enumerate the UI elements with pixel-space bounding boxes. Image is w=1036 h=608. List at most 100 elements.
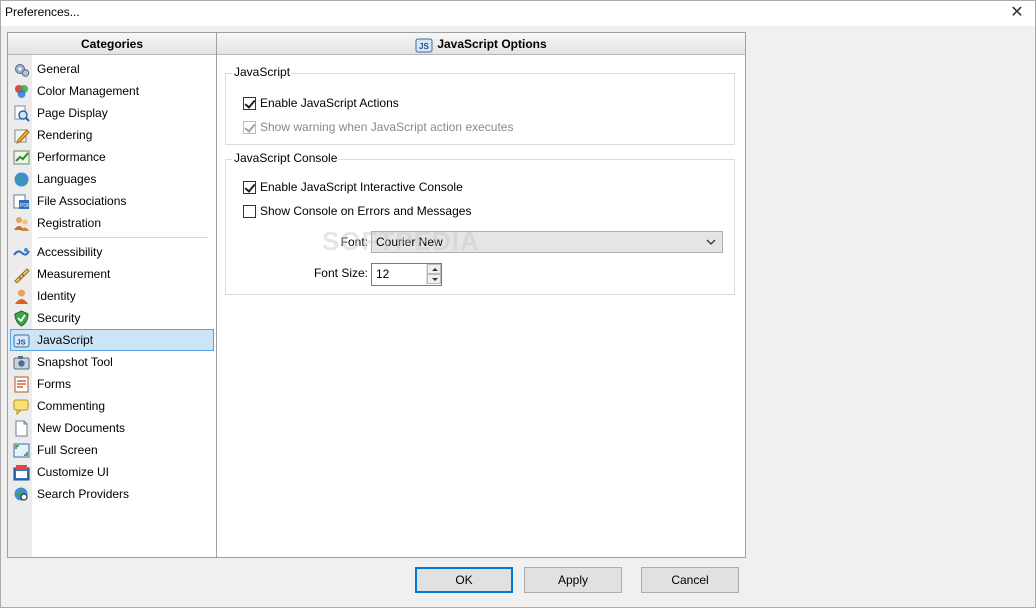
form-icon <box>14 376 29 393</box>
category-item-snapshot-tool[interactable]: Snapshot Tool <box>8 351 216 373</box>
users-icon <box>14 217 29 231</box>
shield-icon <box>14 310 29 327</box>
checkbox-box <box>243 181 256 194</box>
category-item-color-management[interactable]: Color Management <box>8 80 216 102</box>
globe-icon <box>14 172 29 187</box>
spin-up-icon[interactable] <box>427 264 441 274</box>
category-item-label: Search Providers <box>37 487 130 501</box>
camera-icon <box>13 356 30 370</box>
category-item-performance[interactable]: Performance <box>8 146 216 168</box>
category-item-label: Page Display <box>37 106 108 120</box>
person-icon <box>15 289 28 304</box>
chevron-down-icon <box>706 239 716 245</box>
cancel-button[interactable]: Cancel <box>641 567 739 593</box>
javascript-console-group: JavaScript Console Enable JavaScript Int… <box>225 151 735 295</box>
accessibility-icon <box>13 248 30 256</box>
category-item-label: Forms <box>37 377 71 391</box>
category-item-languages[interactable]: Languages <box>8 168 216 190</box>
spin-down-icon[interactable] <box>427 274 441 284</box>
checkbox-label: Enable JavaScript Interactive Console <box>260 180 463 194</box>
javascript-console-legend: JavaScript Console <box>232 151 340 165</box>
magnifier-page-icon <box>14 105 30 122</box>
font-size-spinner[interactable]: 12 <box>371 263 442 286</box>
font-select-value: Courier New <box>376 235 443 249</box>
category-item-label: Color Management <box>37 84 140 98</box>
category-item-label: New Documents <box>37 421 126 435</box>
font-size-label: Font Size: <box>313 266 368 280</box>
category-item-label: Security <box>37 311 81 325</box>
options-header: JS JavaScript Options <box>217 33 745 55</box>
search-globe-icon <box>14 487 28 501</box>
category-item-label: Accessibility <box>37 245 103 259</box>
gears-icon <box>15 64 30 77</box>
category-item-new-documents[interactable]: New Documents <box>8 417 216 439</box>
javascript-group: JavaScript Enable JavaScript Actions Sho… <box>225 65 735 145</box>
javascript-icon: JS <box>13 334 30 348</box>
window-title: Preferences... <box>5 5 80 19</box>
category-item-label: File Associations <box>37 194 127 208</box>
enable-interactive-console-checkbox[interactable]: Enable JavaScript Interactive Console <box>243 179 463 195</box>
checkbox-label: Enable JavaScript Actions <box>260 96 399 110</box>
categories-panel: Categories General Color Management Page D… <box>8 33 217 557</box>
category-item-rendering[interactable]: Rendering <box>8 124 216 146</box>
ruler-icon <box>14 268 30 283</box>
category-item-label: Customize UI <box>37 465 110 479</box>
color-circles-icon <box>15 85 28 98</box>
category-item-commenting[interactable]: Commenting <box>8 395 216 417</box>
category-item-label: Measurement <box>37 267 111 281</box>
title-bar: Preferences... ✕ <box>0 0 1036 26</box>
font-label: Font: <box>340 235 368 249</box>
category-item-general[interactable]: General <box>8 58 216 80</box>
category-item-accessibility[interactable]: Accessibility <box>8 241 216 263</box>
close-icon[interactable]: ✕ <box>1006 2 1028 24</box>
category-item-label: Performance <box>37 150 106 164</box>
ok-button[interactable]: OK <box>415 567 513 593</box>
show-console-on-errors-checkbox[interactable]: Show Console on Errors and Messages <box>243 203 471 219</box>
category-item-forms[interactable]: Forms <box>8 373 216 395</box>
checkbox-label: Show Console on Errors and Messages <box>260 204 472 218</box>
enable-javascript-actions-checkbox[interactable]: Enable JavaScript Actions <box>243 95 399 111</box>
category-item-security[interactable]: Security <box>8 307 216 329</box>
file-assoc-icon: PDF <box>13 194 30 209</box>
font-select[interactable]: Courier New <box>371 231 723 253</box>
options-title: JavaScript Options <box>437 37 547 51</box>
checkbox-box <box>243 97 256 110</box>
comment-icon <box>13 399 29 415</box>
category-item-label: Snapshot Tool <box>37 355 113 369</box>
apply-button[interactable]: Apply <box>524 567 622 593</box>
category-item-measurement[interactable]: Measurement <box>8 263 216 285</box>
category-item-label: Full Screen <box>37 443 98 457</box>
svg-text:JS: JS <box>17 338 26 347</box>
javascript-icon: JS <box>415 38 433 53</box>
chart-icon <box>13 150 30 165</box>
checkbox-label: Show warning when JavaScript action exec… <box>260 120 514 134</box>
new-document-icon <box>15 420 28 437</box>
category-item-label: Languages <box>37 172 97 186</box>
category-item-customize-ui[interactable]: Customize UI <box>8 461 216 483</box>
checkbox-box <box>243 205 256 218</box>
preferences-frame: Categories General Color Management Page D… <box>7 32 746 558</box>
category-item-label: Registration <box>37 216 102 230</box>
category-item-identity[interactable]: Identity <box>8 285 216 307</box>
customize-icon <box>13 465 30 481</box>
options-panel: JS JavaScript Options JavaScript Enable … <box>217 33 745 557</box>
svg-text:JS: JS <box>419 42 429 51</box>
spinner-buttons <box>426 264 441 285</box>
category-item-javascript[interactable]: JS JavaScript <box>10 329 214 351</box>
category-item-label: JavaScript <box>37 333 94 347</box>
checkbox-box <box>243 121 256 134</box>
category-item-search-providers[interactable]: Search Providers <box>8 483 216 505</box>
categories-list: General Color Management Page Display Rende… <box>8 58 216 505</box>
category-item-label: Rendering <box>37 128 93 142</box>
category-item-label: General <box>37 62 80 76</box>
pencil-render-icon <box>14 129 30 144</box>
category-item-full-screen[interactable]: Full Screen <box>8 439 216 461</box>
category-item-file-associations[interactable]: PDF File Associations <box>8 190 216 212</box>
full-screen-icon <box>13 443 30 458</box>
svg-text:PDF: PDF <box>20 203 30 209</box>
category-item-label: Commenting <box>37 399 106 413</box>
show-warning-checkbox[interactable]: Show warning when JavaScript action exec… <box>243 119 513 135</box>
category-item-label: Identity <box>37 289 76 303</box>
category-item-registration[interactable]: Registration <box>8 212 216 234</box>
category-item-page-display[interactable]: Page Display <box>8 102 216 124</box>
